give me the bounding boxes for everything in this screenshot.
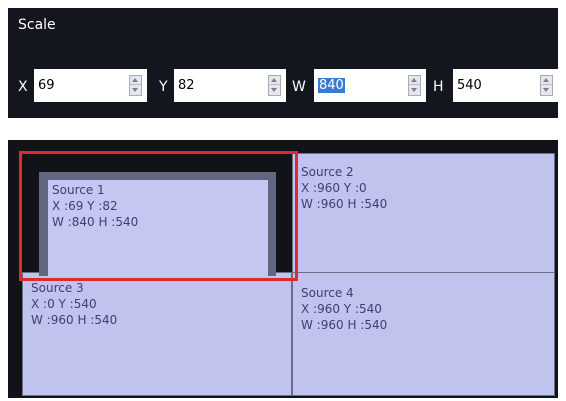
source4-window[interactable]: Source 4 X :960 Y :540 W :960 H :540: [292, 272, 555, 396]
y-label: Y: [159, 79, 168, 95]
h-increment-icon[interactable]: [541, 76, 552, 85]
h-spinner[interactable]: [540, 75, 553, 96]
source3-window[interactable]: Source 3 X :0 Y :540 W :960 H :540: [22, 272, 292, 396]
h-label: H: [433, 79, 444, 95]
w-decrement-icon[interactable]: [409, 86, 420, 95]
source2-position: X :960 Y :0: [301, 181, 367, 195]
source2-size: W :960 H :540: [301, 197, 388, 211]
x-label: X: [18, 79, 28, 95]
source4-name: Source 4: [301, 286, 354, 300]
layout-canvas[interactable]: Source 3 X :0 Y :540 W :960 H :540 Sourc…: [8, 140, 558, 398]
w-input[interactable]: 840: [314, 69, 426, 102]
x-spinner[interactable]: [129, 75, 142, 96]
source2-name: Source 2: [301, 165, 354, 179]
selection-outline: [19, 151, 298, 281]
x-value: 69: [38, 78, 55, 93]
y-spinner[interactable]: [268, 75, 281, 96]
w-increment-icon[interactable]: [409, 76, 420, 85]
x-decrement-icon[interactable]: [130, 86, 141, 95]
source3-position: X :0 Y :540: [31, 297, 97, 311]
w-value: 840: [318, 78, 345, 93]
h-value: 540: [457, 78, 482, 93]
w-label: W: [292, 79, 306, 95]
y-input[interactable]: 82: [174, 69, 286, 102]
y-value: 82: [178, 78, 195, 93]
scale-title: Scale: [18, 17, 56, 33]
h-input[interactable]: 540: [453, 69, 558, 102]
source4-position: X :960 Y :540: [301, 302, 382, 316]
scale-panel: Scale X 69 Y 82 W 840 H 540: [8, 8, 558, 118]
x-input[interactable]: 69: [34, 69, 147, 102]
h-decrement-icon[interactable]: [541, 86, 552, 95]
x-increment-icon[interactable]: [130, 76, 141, 85]
y-decrement-icon[interactable]: [269, 86, 280, 95]
w-spinner[interactable]: [408, 75, 421, 96]
source3-name: Source 3: [31, 281, 84, 295]
y-increment-icon[interactable]: [269, 76, 280, 85]
source3-size: W :960 H :540: [31, 313, 118, 327]
source2-window[interactable]: Source 2 X :960 Y :0 W :960 H :540: [292, 153, 555, 273]
source4-size: W :960 H :540: [301, 318, 388, 332]
